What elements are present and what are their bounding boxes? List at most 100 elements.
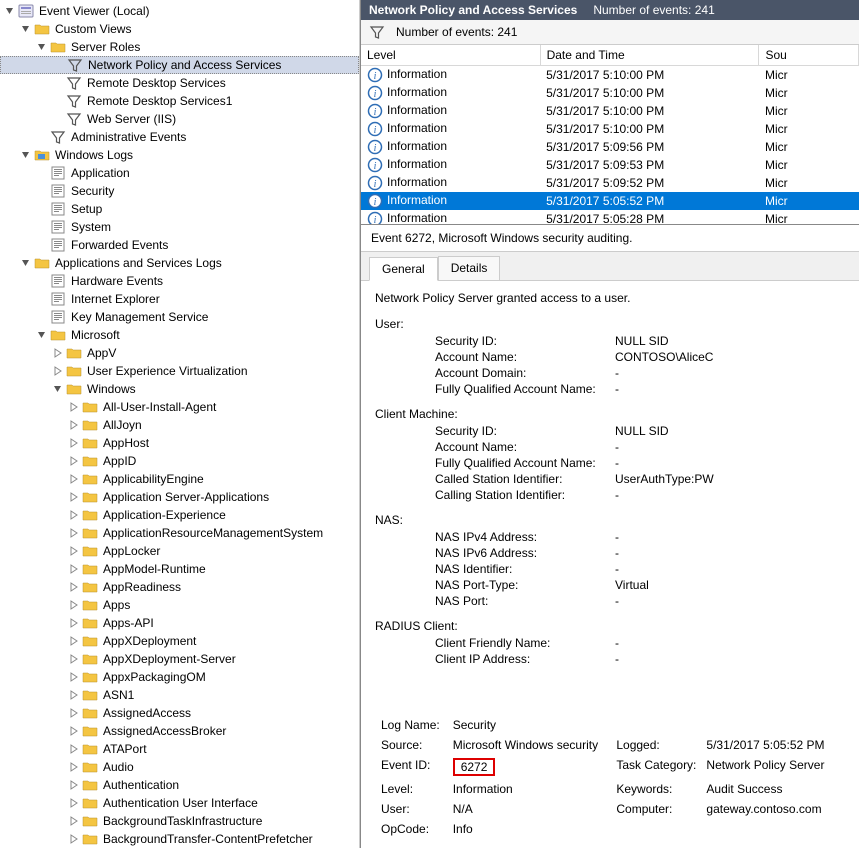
collapse-icon[interactable] — [52, 383, 64, 395]
expand-icon[interactable] — [68, 581, 80, 593]
expand-icon[interactable] — [52, 347, 64, 359]
expand-icon[interactable] — [68, 617, 80, 629]
tree-item[interactable]: AppV — [0, 344, 359, 362]
tree-item[interactable]: Internet Explorer — [0, 290, 359, 308]
expand-icon[interactable] — [68, 491, 80, 503]
tree-item[interactable]: AssignedAccessBroker — [0, 722, 359, 740]
expand-icon[interactable] — [68, 509, 80, 521]
expand-icon[interactable] — [68, 743, 80, 755]
tree-item[interactable]: AllJoyn — [0, 416, 359, 434]
tree-item[interactable]: AppID — [0, 452, 359, 470]
collapse-icon[interactable] — [20, 23, 32, 35]
tree-item[interactable]: Administrative Events — [0, 128, 359, 146]
tree-item[interactable]: Apps-API — [0, 614, 359, 632]
tree-item[interactable]: BackgroundTaskInfrastructure — [0, 812, 359, 830]
expand-icon[interactable] — [68, 599, 80, 611]
expand-icon[interactable] — [68, 707, 80, 719]
tree-item[interactable]: System — [0, 218, 359, 236]
event-list[interactable]: LevelDate and TimeSou Information5/31/20… — [361, 45, 859, 225]
navigation-tree[interactable]: Event Viewer (Local)Custom ViewsServer R… — [0, 0, 360, 848]
expand-icon[interactable] — [68, 527, 80, 539]
collapse-icon[interactable] — [20, 149, 32, 161]
tree-item[interactable]: Setup — [0, 200, 359, 218]
event-row[interactable]: Information5/31/2017 5:05:52 PMMicr — [361, 192, 859, 210]
tree-item[interactable]: ApplicabilityEngine — [0, 470, 359, 488]
expand-icon[interactable] — [68, 689, 80, 701]
tree-item[interactable]: Security — [0, 182, 359, 200]
tree-item[interactable]: Microsoft — [0, 326, 359, 344]
event-row[interactable]: Information5/31/2017 5:10:00 PMMicr — [361, 102, 859, 120]
expand-icon[interactable] — [68, 797, 80, 809]
expand-icon[interactable] — [52, 365, 64, 377]
tree-item[interactable]: AppLocker — [0, 542, 359, 560]
expand-icon[interactable] — [68, 473, 80, 485]
tree-item[interactable]: AppXDeployment — [0, 632, 359, 650]
tab-general[interactable]: General — [369, 257, 438, 281]
expand-icon[interactable] — [68, 545, 80, 557]
tree-item[interactable]: Applications and Services Logs — [0, 254, 359, 272]
tree-item[interactable]: AssignedAccess — [0, 704, 359, 722]
expand-icon[interactable] — [68, 815, 80, 827]
tree-item[interactable]: Server Roles — [0, 38, 359, 56]
tree-item[interactable]: AppXDeployment-Server — [0, 650, 359, 668]
tab-details[interactable]: Details — [438, 256, 501, 280]
tree-item[interactable]: Forwarded Events — [0, 236, 359, 254]
tree-item[interactable]: Authentication — [0, 776, 359, 794]
tree-item[interactable]: Application Server-Applications — [0, 488, 359, 506]
tree-item[interactable]: Windows Logs — [0, 146, 359, 164]
tree-item[interactable]: Authentication User Interface — [0, 794, 359, 812]
tree-item[interactable]: Key Management Service — [0, 308, 359, 326]
expand-icon[interactable] — [68, 671, 80, 683]
tree-item[interactable]: ATAPort — [0, 740, 359, 758]
tree-item[interactable]: User Experience Virtualization — [0, 362, 359, 380]
event-row[interactable]: Information5/31/2017 5:09:52 PMMicr — [361, 174, 859, 192]
expand-icon[interactable] — [68, 401, 80, 413]
tree-item[interactable]: Network Policy and Access Services — [0, 56, 359, 74]
event-row[interactable]: Information5/31/2017 5:09:56 PMMicr — [361, 138, 859, 156]
collapse-icon[interactable] — [4, 5, 16, 17]
tree-item[interactable]: AppHost — [0, 434, 359, 452]
event-row[interactable]: Information5/31/2017 5:10:00 PMMicr — [361, 66, 859, 85]
expand-icon[interactable] — [68, 833, 80, 845]
collapse-icon[interactable] — [36, 41, 48, 53]
tree-item[interactable]: AppxPackagingOM — [0, 668, 359, 686]
tree-item[interactable]: Remote Desktop Services — [0, 74, 359, 92]
event-row[interactable]: Information5/31/2017 5:10:00 PMMicr — [361, 84, 859, 102]
collapse-icon[interactable] — [36, 329, 48, 341]
column-header[interactable]: Sou — [759, 45, 859, 66]
tree-item[interactable]: Apps — [0, 596, 359, 614]
expand-icon[interactable] — [68, 779, 80, 791]
tree-item[interactable]: Custom Views — [0, 20, 359, 38]
tree-item[interactable]: ASN1 — [0, 686, 359, 704]
expand-icon[interactable] — [68, 653, 80, 665]
expand-icon[interactable] — [68, 563, 80, 575]
detail-body[interactable]: Network Policy Server granted access to … — [361, 280, 859, 706]
tree-item[interactable]: Hardware Events — [0, 272, 359, 290]
tree-item[interactable]: All-User-Install-Agent — [0, 398, 359, 416]
tree-item[interactable]: Windows — [0, 380, 359, 398]
tree-item[interactable]: ApplicationResourceManagementSystem — [0, 524, 359, 542]
expand-icon[interactable] — [68, 761, 80, 773]
tree-item[interactable]: Web Server (IIS) — [0, 110, 359, 128]
tree-item[interactable]: Audio — [0, 758, 359, 776]
expand-icon[interactable] — [68, 725, 80, 737]
tree-item[interactable]: Application — [0, 164, 359, 182]
tree-item[interactable]: BackgroundTransfer-ContentPrefetcher — [0, 830, 359, 848]
tree-item[interactable]: AppModel-Runtime — [0, 560, 359, 578]
tree-item[interactable]: Remote Desktop Services1 — [0, 92, 359, 110]
column-header[interactable]: Level — [361, 45, 540, 66]
log-icon — [50, 201, 66, 217]
tree-item[interactable]: Application-Experience — [0, 506, 359, 524]
expand-icon[interactable] — [68, 419, 80, 431]
column-header[interactable]: Date and Time — [540, 45, 759, 66]
expand-icon[interactable] — [68, 455, 80, 467]
tree-item[interactable]: Event Viewer (Local) — [0, 2, 359, 20]
detail-value: CONTOSO\AliceC — [615, 349, 845, 365]
event-row[interactable]: Information5/31/2017 5:09:53 PMMicr — [361, 156, 859, 174]
collapse-icon[interactable] — [20, 257, 32, 269]
tree-item[interactable]: AppReadiness — [0, 578, 359, 596]
event-row[interactable]: Information5/31/2017 5:10:00 PMMicr — [361, 120, 859, 138]
expand-icon[interactable] — [68, 437, 80, 449]
expand-icon[interactable] — [68, 635, 80, 647]
event-row[interactable]: Information5/31/2017 5:05:28 PMMicr — [361, 210, 859, 225]
